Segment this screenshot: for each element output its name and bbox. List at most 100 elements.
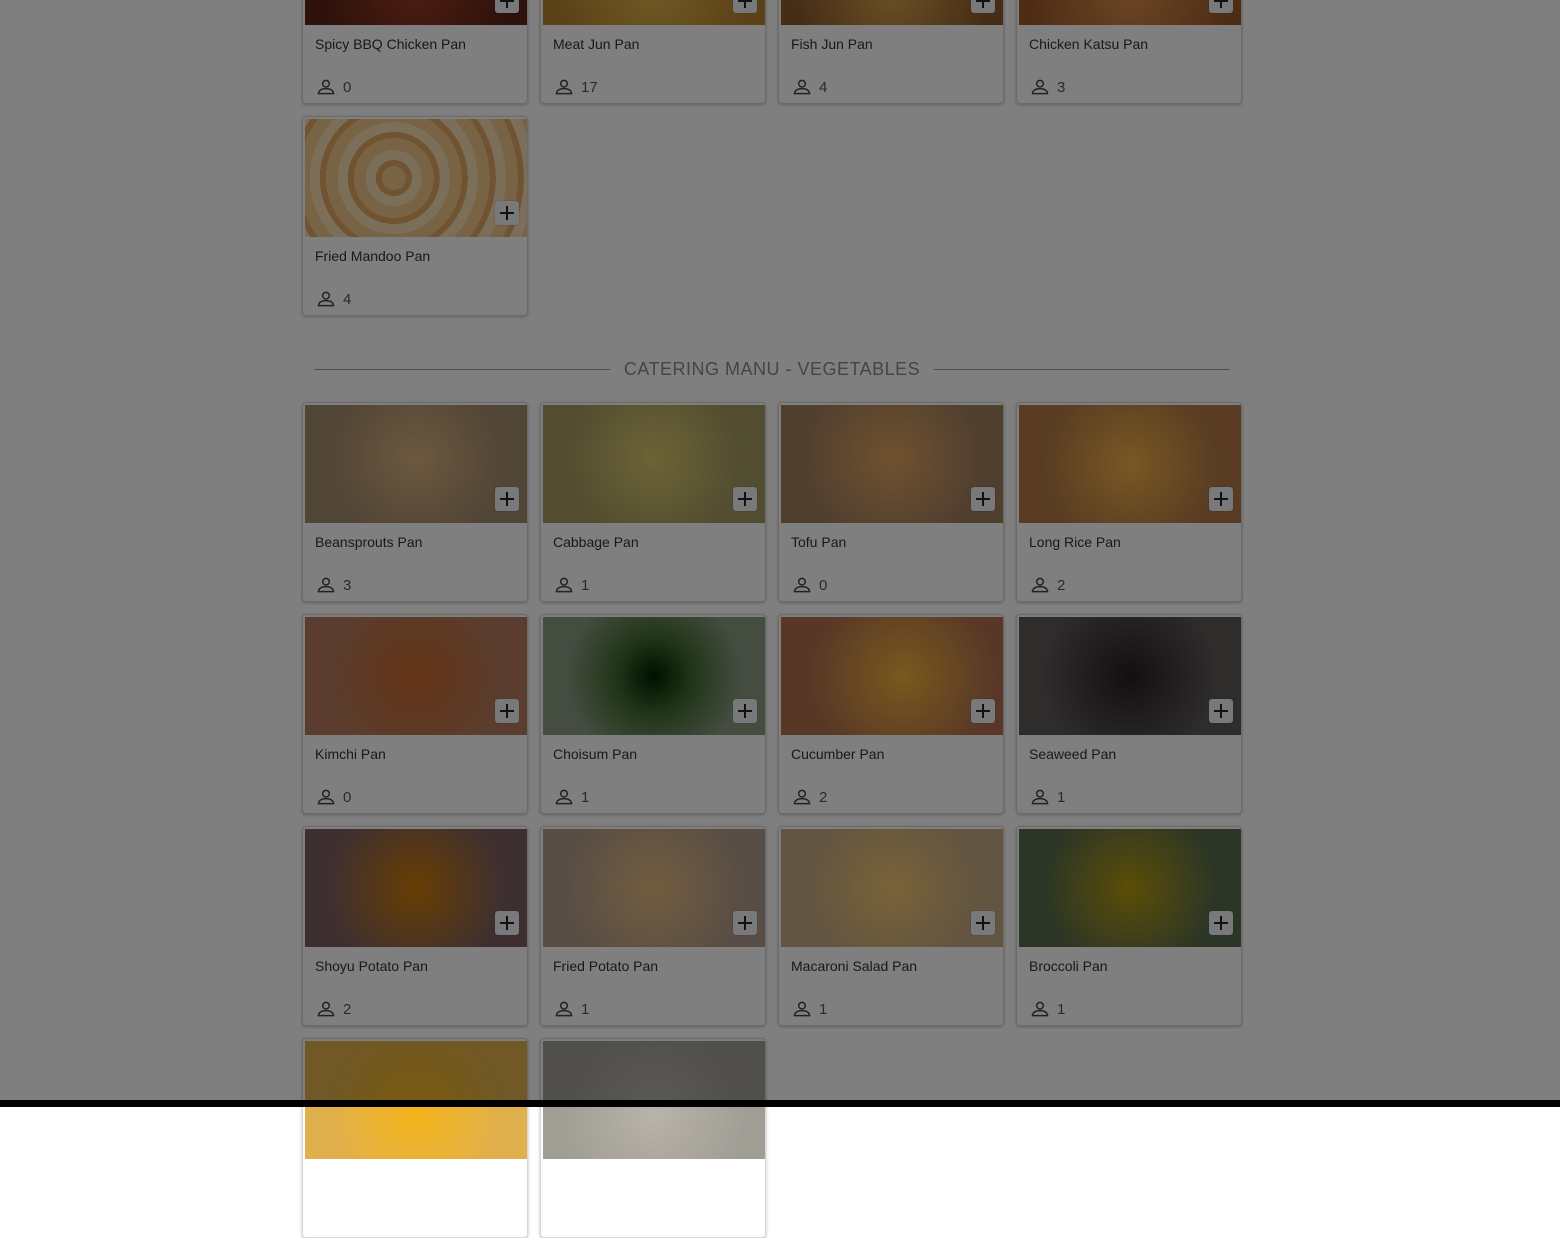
menu-item-card[interactable]: Macaroni Salad Pan 1 xyxy=(778,826,1004,1026)
count-value: 1 xyxy=(1057,1000,1066,1018)
menu-item-card[interactable]: Beansprouts Pan 3 xyxy=(302,402,528,602)
item-name: Beansprouts Pan xyxy=(315,534,423,550)
item-name: Meat Jun Pan xyxy=(553,36,640,52)
plus-icon[interactable] xyxy=(495,699,519,723)
menu-item-card[interactable]: Fried Potato Pan 1 xyxy=(540,826,766,1026)
item-name: Chicken Katsu Pan xyxy=(1029,36,1149,52)
menu-item-card[interactable]: Fried Mandoo Pan 4 xyxy=(302,116,528,316)
item-name: Seaweed Pan xyxy=(1029,746,1117,762)
divider-line xyxy=(934,368,1231,370)
people-count: 17 xyxy=(553,78,598,96)
count-value: 1 xyxy=(581,576,590,594)
plus-icon[interactable] xyxy=(971,699,995,723)
plus-icon[interactable] xyxy=(971,487,995,511)
menu-item-card[interactable] xyxy=(302,1038,528,1238)
people-count: 2 xyxy=(1029,576,1065,594)
item-name: Tofu Pan xyxy=(791,534,847,550)
menu-item-card[interactable]: Long Rice Pan 2 xyxy=(1016,402,1242,602)
count-value: 0 xyxy=(343,78,352,96)
count-value: 17 xyxy=(581,78,598,96)
item-name: Spicy BBQ Chicken Pan xyxy=(315,36,466,52)
item-name: Cucumber Pan xyxy=(791,746,885,762)
food-image xyxy=(543,617,765,735)
food-image xyxy=(781,0,1003,25)
menu-item-card[interactable]: Broccoli Pan 1 xyxy=(1016,826,1242,1026)
count-value: 0 xyxy=(819,576,828,594)
menu-item-card[interactable]: Cabbage Pan 1 xyxy=(540,402,766,602)
person-icon xyxy=(555,79,573,95)
menu-item-card[interactable]: Cucumber Pan 2 xyxy=(778,614,1004,814)
people-count: 1 xyxy=(791,1000,827,1018)
plus-icon[interactable] xyxy=(1209,0,1233,13)
count-value: 1 xyxy=(581,1000,590,1018)
food-image xyxy=(543,405,765,523)
people-count: 1 xyxy=(553,1000,589,1018)
plus-icon[interactable] xyxy=(1209,487,1233,511)
bottom-bar xyxy=(0,1100,1560,1107)
plus-icon[interactable] xyxy=(971,0,995,13)
menu-item-card[interactable]: Chicken Katsu Pan 3 xyxy=(1016,0,1242,104)
people-count: 4 xyxy=(791,78,827,96)
food-image xyxy=(305,617,527,735)
plus-icon[interactable] xyxy=(733,699,757,723)
plus-icon[interactable] xyxy=(1209,699,1233,723)
menu-item-card[interactable] xyxy=(540,1038,766,1238)
item-name: Cabbage Pan xyxy=(553,534,639,550)
menu-item-card[interactable]: Spicy BBQ Chicken Pan 0 xyxy=(302,0,528,104)
item-name: Fried Potato Pan xyxy=(553,958,659,974)
person-icon xyxy=(317,79,335,95)
person-icon xyxy=(555,1001,573,1017)
count-value: 1 xyxy=(1057,788,1066,806)
menu-item-card[interactable]: Meat Jun Pan 17 xyxy=(540,0,766,104)
food-image xyxy=(1019,617,1241,735)
count-value: 4 xyxy=(343,290,352,308)
plus-icon[interactable] xyxy=(733,911,757,935)
people-count: 4 xyxy=(315,290,351,308)
plus-icon[interactable] xyxy=(1209,911,1233,935)
menu-item-card[interactable]: Kimchi Pan 0 xyxy=(302,614,528,814)
person-icon xyxy=(317,577,335,593)
food-image xyxy=(305,405,527,523)
food-image xyxy=(781,829,1003,947)
food-image xyxy=(1019,829,1241,947)
menu-item-card[interactable]: Seaweed Pan 1 xyxy=(1016,614,1242,814)
menu-item-card[interactable]: Choisum Pan 1 xyxy=(540,614,766,814)
food-image xyxy=(1019,0,1241,25)
plus-icon[interactable] xyxy=(495,0,519,13)
plus-icon[interactable] xyxy=(495,487,519,511)
plus-icon[interactable] xyxy=(733,0,757,13)
count-value: 3 xyxy=(1057,78,1066,96)
item-name: Choisum Pan xyxy=(553,746,638,762)
divider-line xyxy=(314,368,610,370)
person-icon xyxy=(793,789,811,805)
item-name: Fried Mandoo Pan xyxy=(315,248,431,264)
item-name: Broccoli Pan xyxy=(1029,958,1108,974)
person-icon xyxy=(555,577,573,593)
person-icon xyxy=(1031,79,1049,95)
person-icon xyxy=(793,79,811,95)
food-image xyxy=(781,405,1003,523)
plus-icon[interactable] xyxy=(495,201,519,225)
person-icon xyxy=(793,577,811,593)
count-value: 0 xyxy=(343,788,352,806)
menu-item-card[interactable]: Tofu Pan 0 xyxy=(778,402,1004,602)
plus-icon[interactable] xyxy=(495,911,519,935)
plus-icon[interactable] xyxy=(971,911,995,935)
plus-icon[interactable] xyxy=(733,487,757,511)
menu-item-card[interactable]: Shoyu Potato Pan 2 xyxy=(302,826,528,1026)
food-image xyxy=(1019,405,1241,523)
food-image xyxy=(305,0,527,25)
people-count: 1 xyxy=(553,788,589,806)
menu-item-card[interactable]: Fish Jun Pan 4 xyxy=(778,0,1004,104)
people-count: 2 xyxy=(791,788,827,806)
item-name: Kimchi Pan xyxy=(315,746,386,762)
section-header-vegetables: CATERING MANU - VEGETABLES xyxy=(314,356,1231,382)
item-name: Long Rice Pan xyxy=(1029,534,1121,550)
catering-menu-page: Spicy BBQ Chicken Pan 0 Meat Jun Pan 17 … xyxy=(0,0,1560,1238)
person-icon xyxy=(793,1001,811,1017)
food-image xyxy=(305,829,527,947)
item-name: Fish Jun Pan xyxy=(791,36,873,52)
people-count: 0 xyxy=(315,788,351,806)
item-name: Macaroni Salad Pan xyxy=(791,958,918,974)
person-icon xyxy=(1031,789,1049,805)
